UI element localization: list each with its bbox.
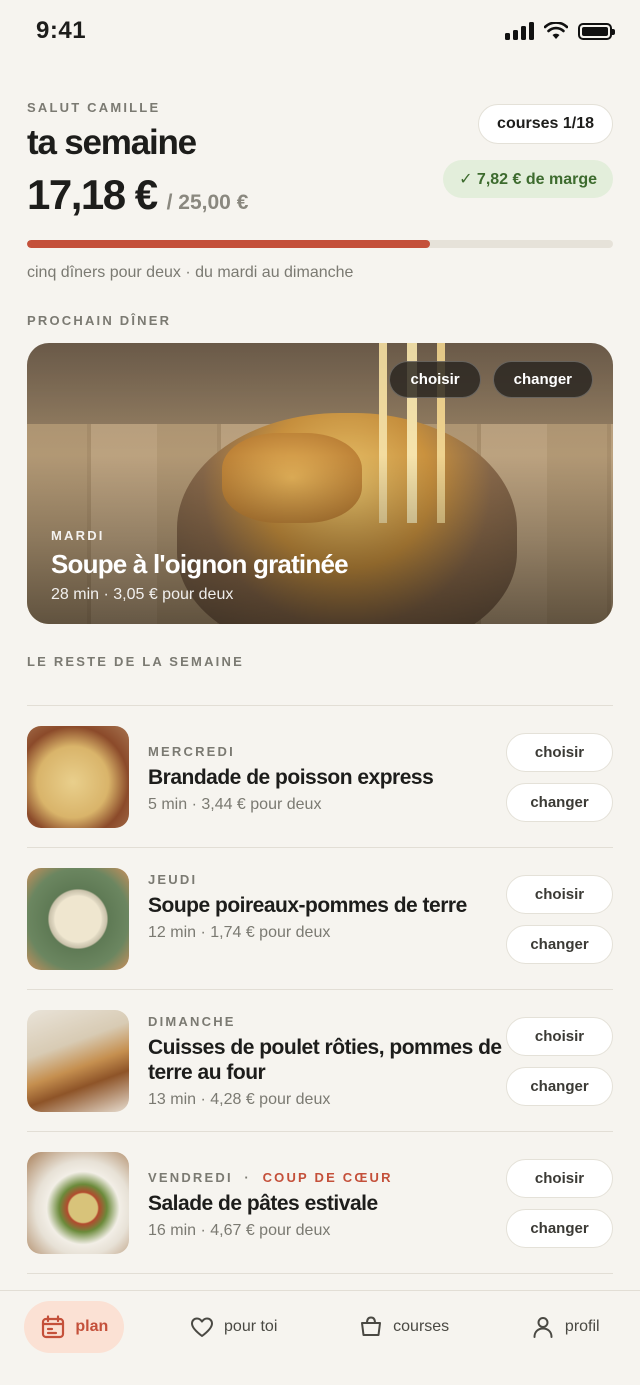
choose-button[interactable]: choisir xyxy=(389,361,481,398)
meal-meta: 5 min · 3,44 € pour deux xyxy=(148,796,322,813)
choose-button[interactable]: choisir xyxy=(506,733,613,772)
meal-meta: 13 min · 4,28 € pour deux xyxy=(148,1091,331,1108)
nav-item-profil[interactable]: profil xyxy=(514,1301,616,1353)
meal-actions: choisir changer xyxy=(506,733,613,822)
meal-day: DIMANCHE xyxy=(148,1014,236,1029)
meal-photo xyxy=(27,1152,129,1254)
meal-photo xyxy=(27,726,129,828)
hero-actions: choisir changer xyxy=(389,361,593,398)
favorite-badge: COUP DE CŒUR xyxy=(262,1170,393,1185)
change-button[interactable]: changer xyxy=(492,361,593,398)
meal-meta: 12 min · 1,74 € pour deux xyxy=(148,924,331,941)
rest-of-week-label: LE RESTE DE LA SEMAINE xyxy=(27,654,244,669)
nav-label: plan xyxy=(75,1318,109,1335)
budget-progress-fill xyxy=(27,240,430,248)
choose-button[interactable]: choisir xyxy=(506,1159,613,1198)
meal-photo xyxy=(27,868,129,970)
meal-day: VENDREDI · COUP DE CŒUR xyxy=(148,1170,393,1185)
choose-button[interactable]: choisir xyxy=(506,1017,613,1056)
meal-actions: choisir changer xyxy=(506,1017,613,1106)
hero-day: MARDI xyxy=(51,528,105,543)
week-subline: cinq dîners pour deux · du mardi au dima… xyxy=(27,264,354,281)
change-button[interactable]: changer xyxy=(506,925,613,964)
status-bar: 9:41 xyxy=(0,0,640,62)
meal-info: DIMANCHE Cuisses de poulet rôties, pomme… xyxy=(148,1014,503,1109)
user-icon xyxy=(533,1317,553,1338)
next-dinner-label: PROCHAIN DÎNER xyxy=(27,313,172,328)
change-button[interactable]: changer xyxy=(506,783,613,822)
meal-name: Brandade de poisson express xyxy=(148,766,434,789)
battery-icon xyxy=(578,22,615,40)
wifi-icon xyxy=(544,22,568,39)
status-icons xyxy=(505,22,615,40)
nav-item-courses[interactable]: courses xyxy=(342,1301,465,1353)
list-item[interactable]: VENDREDI · COUP DE CŒUR Salade de pâtes … xyxy=(27,1132,613,1274)
nav-label: profil xyxy=(564,1318,600,1335)
change-button[interactable]: changer xyxy=(506,1209,613,1248)
basket-icon xyxy=(361,1316,382,1336)
bottom-nav: plan pour toi courses profil xyxy=(0,1290,640,1385)
list-item[interactable]: MERCREDI Brandade de poisson express 5 m… xyxy=(27,706,613,848)
meal-name: Cuisses de poulet rôties, pommes de terr… xyxy=(148,1036,502,1084)
heart-icon xyxy=(191,1317,214,1337)
meal-name: Salade de pâtes estivale xyxy=(148,1192,378,1215)
divider xyxy=(27,1273,613,1274)
courses-button[interactable]: courses 1/18 xyxy=(478,104,613,144)
hero-meal-name: Soupe à l'oignon gratinée xyxy=(51,549,349,579)
meal-meta: 16 min · 4,67 € pour deux xyxy=(148,1222,331,1239)
hero-text: MARDI Soupe à l'oignon gratinée 28 min ·… xyxy=(51,528,349,604)
nav-item-plan[interactable]: plan xyxy=(24,1301,125,1353)
signal-icon xyxy=(505,22,534,40)
meal-actions: choisir changer xyxy=(506,875,613,964)
margin-badge: ✓ 7,82 € de marge xyxy=(443,160,613,198)
list-item[interactable]: JEUDI Soupe poireaux-pommes de terre 12 … xyxy=(27,848,613,990)
choose-button[interactable]: choisir xyxy=(506,875,613,914)
meal-info: MERCREDI Brandade de poisson express 5 m… xyxy=(148,744,503,814)
meal-photo xyxy=(27,1010,129,1112)
meal-name: Soupe poireaux-pommes de terre xyxy=(148,894,467,917)
meal-info: JEUDI Soupe poireaux-pommes de terre 12 … xyxy=(148,872,503,942)
meal-day: MERCREDI xyxy=(148,744,235,759)
week-header: SALUT CAMILLE ta semaine 17,18 € / 25,00… xyxy=(27,100,613,219)
next-dinner-card[interactable]: choisir changer MARDI Soupe à l'oignon g… xyxy=(27,343,613,624)
calendar-icon xyxy=(42,1315,65,1339)
nav-label: pour toi xyxy=(224,1318,278,1335)
meal-day: JEUDI xyxy=(148,872,198,887)
meal-actions: choisir changer xyxy=(506,1159,613,1248)
budget-progress-bar xyxy=(27,240,613,248)
nav-item-pour-toi[interactable]: pour toi xyxy=(173,1301,293,1353)
status-time: 9:41 xyxy=(36,17,87,44)
hero-meal-meta: 28 min · 3,05 € pour deux xyxy=(51,586,234,603)
list-item[interactable]: DIMANCHE Cuisses de poulet rôties, pomme… xyxy=(27,990,613,1132)
budget-total: / 25,00 € xyxy=(166,191,249,214)
meal-info: VENDREDI · COUP DE CŒUR Salade de pâtes … xyxy=(148,1170,503,1240)
change-button[interactable]: changer xyxy=(506,1067,613,1106)
nav-label: courses xyxy=(393,1318,450,1335)
budget-spent: 17,18 € xyxy=(27,171,158,218)
